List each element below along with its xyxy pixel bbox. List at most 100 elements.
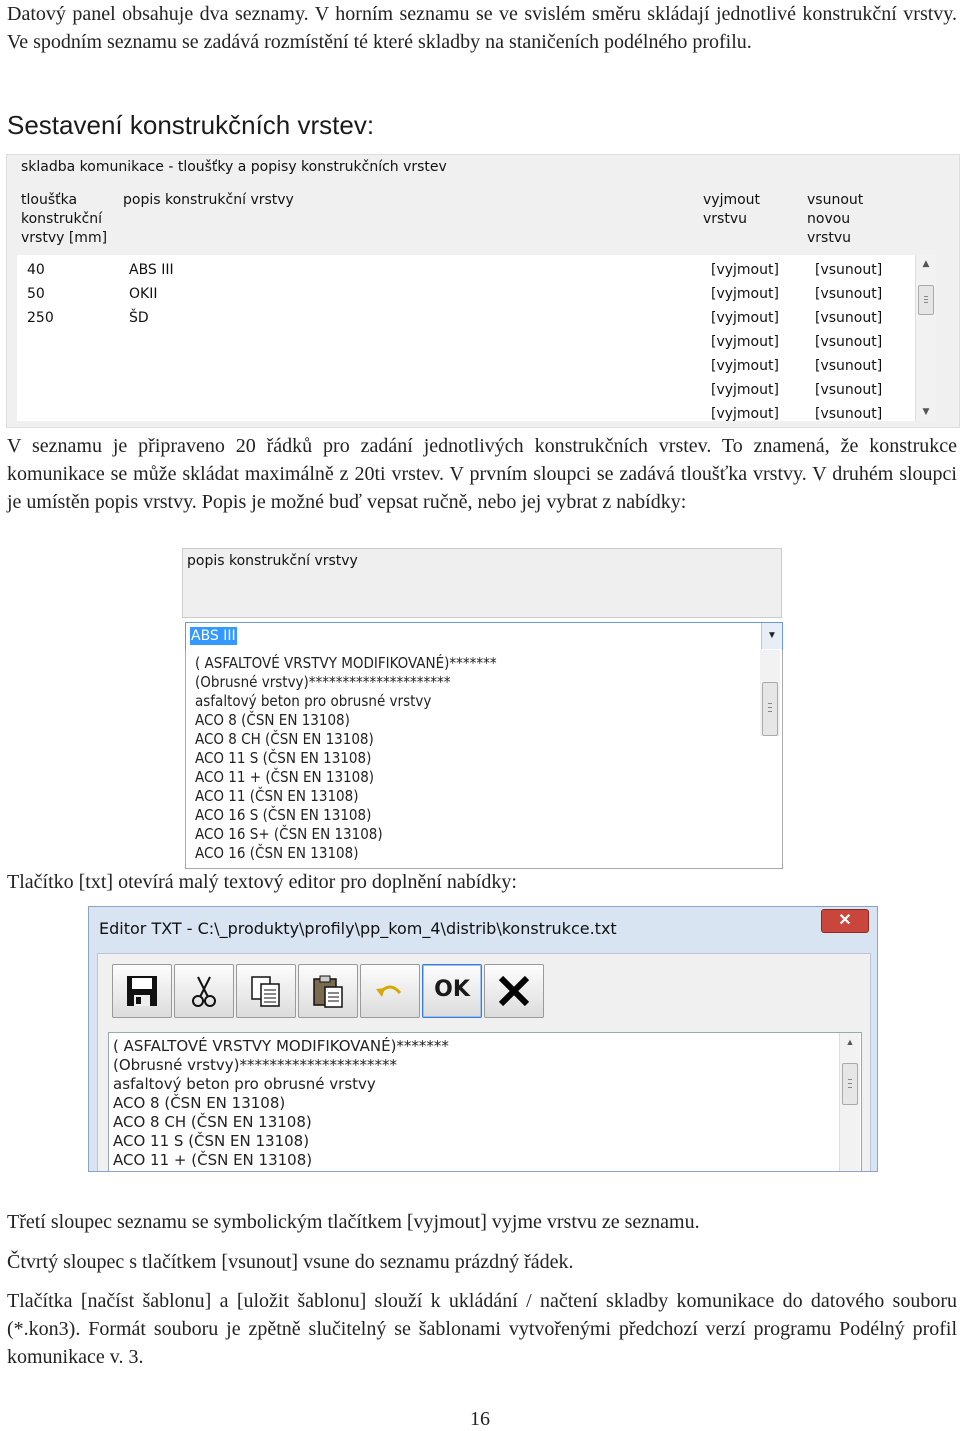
scroll-down-icon[interactable]: ▼ xyxy=(916,407,936,417)
editor-scrollbar[interactable]: ▲ xyxy=(839,1033,860,1171)
editor-window-title: Editor TXT - C:\_produkty\profily\pp_kom… xyxy=(99,919,617,938)
layers-panel-title: skladba komunikace - tloušťky a popisy k… xyxy=(21,159,447,175)
close-icon xyxy=(498,975,530,1007)
combo-selected-value[interactable]: ABS III xyxy=(190,627,237,645)
close-button[interactable]: ✕ xyxy=(821,909,869,933)
description-combobox[interactable]: ABS III ▼ xyxy=(185,622,783,652)
table-row: [vyjmout] [vsunout] xyxy=(17,331,935,355)
paragraph-layers-info: V seznamu je připraveno 20 řádků pro zad… xyxy=(7,435,957,513)
page-number: 16 xyxy=(470,1408,490,1430)
header-remove: vyjmout vrstvu xyxy=(703,191,760,229)
list-item[interactable]: (Obrusné vrstvy)********************* xyxy=(195,673,450,691)
scroll-up-icon[interactable]: ▲ xyxy=(840,1037,860,1047)
chevron-down-icon[interactable]: ▼ xyxy=(761,623,782,649)
description-cell[interactable]: ŠD xyxy=(129,310,149,326)
paragraph-template-info: Tlačítka [načíst šablonu] a [uložit šabl… xyxy=(7,1290,957,1368)
list-item[interactable]: ACO 8 CH (ČSN EN 13108) xyxy=(195,730,374,748)
layers-scrollbar[interactable]: ▲ ▼ xyxy=(915,255,936,421)
paste-button[interactable] xyxy=(298,964,358,1018)
thickness-cell[interactable]: 50 xyxy=(27,286,45,302)
paragraph-editor-info: Tlačítko [txt] otevírá malý textový edit… xyxy=(7,871,517,893)
table-row: 250 ŠD [vyjmout] [vsunout] xyxy=(17,307,935,331)
save-button[interactable] xyxy=(112,964,172,1018)
ok-button[interactable]: OK xyxy=(422,964,482,1018)
scroll-thumb[interactable] xyxy=(762,682,778,736)
description-cell[interactable]: ABS III xyxy=(129,262,174,278)
scissors-icon xyxy=(192,976,216,1007)
table-row: [vyjmout] [vsunout] xyxy=(17,403,935,421)
list-item[interactable]: ACO 16 (ČSN EN 13108) xyxy=(195,844,358,862)
remove-button[interactable]: [vyjmout] xyxy=(711,286,779,302)
layers-panel: skladba komunikace - tloušťky a popisy k… xyxy=(6,154,960,428)
scroll-thumb[interactable] xyxy=(842,1063,858,1105)
header-remove-line1: vyjmout xyxy=(703,192,761,208)
list-item[interactable]: ACO 11 (ČSN EN 13108) xyxy=(195,787,358,805)
save-icon xyxy=(127,976,157,1006)
paragraph-insert-info: Čtvrtý sloupec s tlačítkem [vsunout] vsu… xyxy=(7,1251,574,1273)
cut-button[interactable] xyxy=(174,964,234,1018)
header-thickness-line1: tloušťka xyxy=(21,192,78,208)
list-item[interactable]: ACO 11 S (ČSN EN 13108) xyxy=(195,749,371,767)
list-item[interactable]: asfaltový beton pro obrusné vrstvy xyxy=(195,692,431,710)
table-row: [vyjmout] [vsunout] xyxy=(17,379,935,403)
insert-button[interactable]: [vsunout] xyxy=(815,262,882,278)
header-thickness-line2: konstrukční xyxy=(21,211,103,227)
editor-text-area[interactable]: ( ASFALTOVÉ VRSTVY MODIFIKOVANÉ)******* … xyxy=(108,1032,862,1171)
remove-button[interactable]: [vyjmout] xyxy=(711,334,779,350)
editor-window: Editor TXT - C:\_produkty\profily\pp_kom… xyxy=(88,906,878,1172)
header-thickness-line3: vrstvy [mm] xyxy=(21,230,108,246)
remove-button[interactable]: [vyjmout] xyxy=(711,358,779,374)
table-row: [vyjmout] [vsunout] xyxy=(17,355,935,379)
layers-list: 40 ABS III [vyjmout] [vsunout] 50 OKII [… xyxy=(17,255,935,421)
insert-button[interactable]: [vsunout] xyxy=(815,406,882,421)
list-item[interactable]: ACO 8 (ČSN EN 13108) xyxy=(195,711,350,729)
description-panel-title: popis konstrukční vrstvy xyxy=(187,553,358,569)
description-panel: popis konstrukční vrstvy xyxy=(182,548,782,618)
remove-button[interactable]: [vyjmout] xyxy=(711,310,779,326)
text-line: ACO 8 CH (ČSN EN 13108) xyxy=(113,1113,312,1131)
text-line: ( ASFALTOVÉ VRSTVY MODIFIKOVANÉ)******* xyxy=(113,1037,449,1055)
thickness-cell[interactable]: 40 xyxy=(27,262,45,278)
scroll-up-icon[interactable]: ▲ xyxy=(916,259,936,269)
header-insert-line3: vrstvu xyxy=(807,230,851,246)
insert-button[interactable]: [vsunout] xyxy=(815,358,882,374)
undo-button[interactable] xyxy=(360,964,420,1018)
insert-button[interactable]: [vsunout] xyxy=(815,286,882,302)
header-insert: vsunout novou vrstvu xyxy=(807,191,863,248)
insert-button[interactable]: [vsunout] xyxy=(815,310,882,326)
table-row: 50 OKII [vyjmout] [vsunout] xyxy=(17,283,935,307)
section-heading: Sestavení konstrukčních vrstev: xyxy=(7,110,375,140)
text-line: ACO 8 (ČSN EN 13108) xyxy=(113,1094,286,1112)
remove-button[interactable]: [vyjmout] xyxy=(711,406,779,421)
dropdown-scrollbar[interactable] xyxy=(760,650,780,736)
description-cell[interactable]: OKII xyxy=(129,286,157,302)
thickness-cell[interactable]: 250 xyxy=(27,310,54,326)
header-thickness: tloušťka konstrukční vrstvy [mm] xyxy=(21,191,107,248)
header-remove-line2: vrstvu xyxy=(703,211,747,227)
text-line: asfaltový beton pro obrusné vrstvy xyxy=(113,1075,376,1093)
list-item[interactable]: ACO 11 + (ČSN EN 13108) xyxy=(195,768,374,786)
list-item[interactable]: ACO 16 S+ (ČSN EN 13108) xyxy=(195,825,383,843)
copy-button[interactable] xyxy=(236,964,296,1018)
copy-icon xyxy=(251,976,280,1007)
list-item[interactable]: ACO 16 S (ČSN EN 13108) xyxy=(195,806,371,824)
header-insert-line1: vsunout xyxy=(807,192,864,208)
remove-button[interactable]: [vyjmout] xyxy=(711,382,779,398)
text-line: ACO 11 S (ČSN EN 13108) xyxy=(113,1132,310,1150)
insert-button[interactable]: [vsunout] xyxy=(815,382,882,398)
undo-icon xyxy=(376,985,402,997)
text-line: (Obrusné vrstvy)********************* xyxy=(113,1056,398,1074)
paragraph-remove-info: Třetí sloupec seznamu se symbolickým tla… xyxy=(7,1211,700,1233)
intro-paragraph: Datový panel obsahuje dva seznamy. V hor… xyxy=(7,3,957,53)
insert-button[interactable]: [vsunout] xyxy=(815,334,882,350)
cancel-button[interactable] xyxy=(484,964,544,1018)
table-row: 40 ABS III [vyjmout] [vsunout] xyxy=(17,259,935,283)
header-insert-line2: novou xyxy=(807,211,851,227)
text-line: ACO 11 + (ČSN EN 13108) xyxy=(113,1151,313,1169)
editor-client-area: OK ( ASFALTOVÉ VRSTVY MODIFIKOVANÉ)*****… xyxy=(97,953,871,1171)
remove-button[interactable]: [vyjmout] xyxy=(711,262,779,278)
list-item[interactable]: ( ASFALTOVÉ VRSTVY MODIFIKOVANÉ)******* xyxy=(195,654,497,672)
description-dropdown-list: ( ASFALTOVÉ VRSTVY MODIFIKOVANÉ)******* … xyxy=(185,650,783,869)
scroll-thumb[interactable] xyxy=(918,285,934,315)
header-description: popis konstrukční vrstvy xyxy=(123,192,294,208)
